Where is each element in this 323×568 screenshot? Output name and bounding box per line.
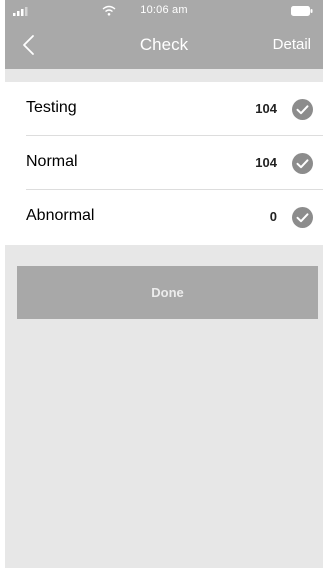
list-item-label: Testing: [26, 99, 77, 116]
nav-bar: Check Detail: [5, 22, 323, 69]
screen: 10:06 am Check Detail Testing 104 Normal…: [5, 0, 323, 568]
checkmark-circle-icon: [292, 153, 313, 174]
list-item-count: 0: [269, 209, 277, 224]
done-button[interactable]: Done: [17, 266, 318, 319]
checkmark-circle-icon: [292, 99, 313, 120]
list-item-normal[interactable]: Normal 104: [5, 136, 323, 190]
checkmark-circle-icon: [292, 207, 313, 228]
list-item-count: 104: [255, 155, 277, 170]
status-bar: 10:06 am: [5, 0, 323, 22]
list-item-count: 104: [255, 101, 277, 116]
battery-icon: [291, 6, 313, 16]
result-list: Testing 104 Normal 104 Abnormal 0: [5, 82, 323, 245]
list-item-label: Abnormal: [26, 207, 95, 224]
status-time: 10:06 am: [140, 4, 188, 16]
list-item-label: Normal: [26, 153, 78, 170]
detail-button[interactable]: Detail: [273, 36, 311, 53]
list-item-abnormal[interactable]: Abnormal 0: [5, 190, 323, 244]
list-item-testing[interactable]: Testing 104: [5, 82, 323, 136]
header: 10:06 am Check Detail: [5, 0, 323, 69]
